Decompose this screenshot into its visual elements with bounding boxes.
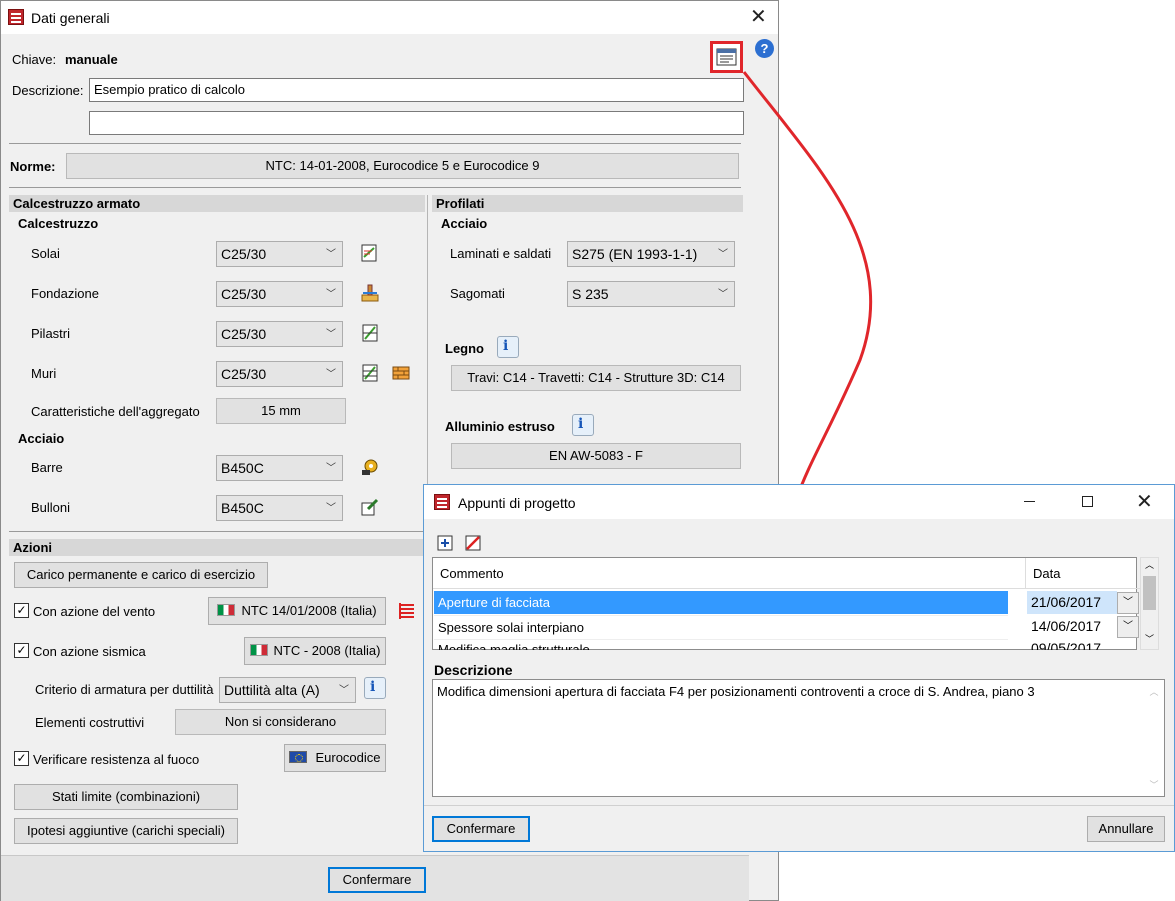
notes-table: Commento Data Aperture di facciata 21/06… [432, 557, 1145, 650]
notes-dialog: Appunti di progetto ✕ Commento Data Aper… [423, 484, 1175, 852]
maximize-icon[interactable] [1082, 496, 1093, 507]
row-data: 21/06/2017 [1031, 594, 1102, 610]
table-row[interactable]: Aperture di facciata [434, 591, 1008, 614]
scroll-up-icon[interactable]: ︿ [1147, 685, 1161, 698]
row-commento: Spessore solai interpiano [438, 620, 584, 635]
row-date[interactable]: 21/06/2017 [1027, 591, 1117, 614]
notes-titlebar: Appunti di progetto ✕ [424, 485, 1174, 519]
note-description-textarea[interactable]: Modifica dimensioni apertura di facciata… [432, 679, 1165, 797]
row-commento: Modifica maglia strutturale [438, 642, 590, 650]
delete-note-icon[interactable] [464, 534, 482, 552]
app-icon [434, 494, 450, 510]
scroll-down-icon[interactable]: ﹀ [1141, 632, 1158, 646]
date-dropdown-button[interactable]: ﹀ [1117, 616, 1139, 638]
column-header-commento[interactable]: Commento [433, 558, 1026, 589]
scroll-down-icon[interactable]: ﹀ [1147, 778, 1161, 791]
scroll-thumb[interactable] [1143, 576, 1156, 610]
notes-confirm-button[interactable]: Confermare [432, 816, 530, 842]
table-row[interactable]: Modifica maglia strutturale [434, 639, 1008, 650]
textarea-scrollbar[interactable]: ︿ ﹀ [1147, 685, 1161, 791]
column-header-data[interactable]: Data [1026, 558, 1145, 589]
divider [424, 805, 1174, 806]
notes-title: Appunti di progetto [458, 495, 576, 511]
notes-cancel-button[interactable]: Annullare [1087, 816, 1165, 842]
date-dropdown-button[interactable]: ﹀ [1117, 592, 1139, 614]
table-row[interactable]: Spessore solai interpiano [434, 615, 1008, 638]
minimize-icon[interactable] [1024, 501, 1035, 502]
row-date[interactable]: 09/05/2017 [1027, 639, 1117, 650]
note-description-text: Modifica dimensioni apertura di facciata… [437, 684, 1035, 699]
table-scrollbar[interactable]: ︿ ﹀ [1140, 557, 1159, 650]
add-note-icon[interactable] [436, 534, 454, 552]
row-commento: Aperture di facciata [438, 595, 551, 610]
descrizione-heading: Descrizione [434, 662, 513, 678]
scroll-up-icon[interactable]: ︿ [1141, 558, 1158, 572]
row-date[interactable]: 14/06/2017 [1027, 615, 1117, 638]
row-data: 09/05/2017 [1031, 640, 1102, 650]
row-data: 14/06/2017 [1031, 618, 1102, 634]
close-icon[interactable]: ✕ [1136, 492, 1153, 512]
